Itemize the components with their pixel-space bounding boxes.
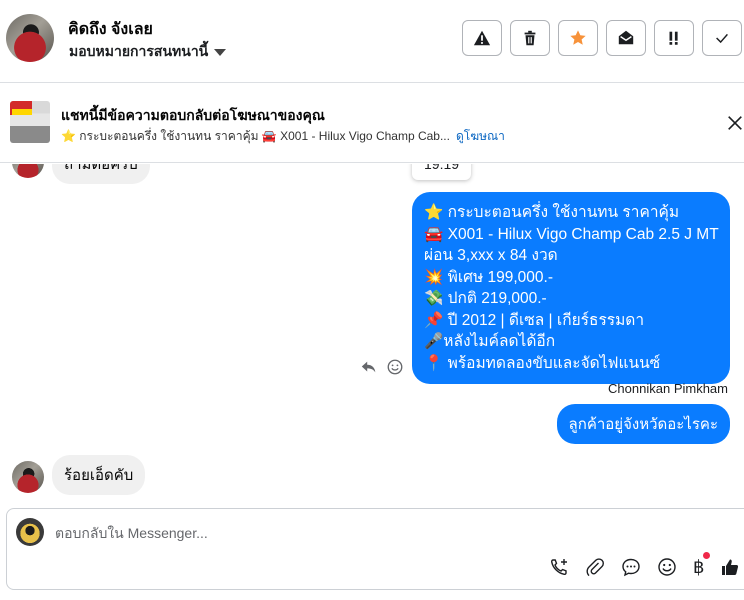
- ad-banner-subtitle: ⭐ กระบะตอนครึ่ง ใช้งานทน ราคาคุ้ม 🚘 X001…: [61, 127, 505, 146]
- message-line: 📍 พร้อมทดลองขับและจัดไฟแนนซ์: [424, 354, 661, 372]
- envelope-open-icon: [618, 30, 634, 45]
- message-actions: [360, 358, 404, 376]
- message-line: 🚘 X001 - Hilux Vigo Champ Cab 2.5 J MT: [424, 225, 719, 243]
- check-icon: [716, 33, 728, 44]
- exclamation-icon: [669, 31, 678, 45]
- ad-banner-subtitle-text: ⭐ กระบะตอนครึ่ง ใช้งานทน ราคาคุ้ม 🚘 X001…: [61, 129, 450, 143]
- incoming-message[interactable]: ร้อยเอ็ดคับ: [52, 455, 146, 495]
- contact-avatar-small: [12, 461, 44, 493]
- smiley-icon[interactable]: [386, 358, 404, 376]
- ad-reply-banner: แชทนี้มีข้อความตอบกลับต่อโฆษณาของคุณ ⭐ ก…: [0, 84, 744, 163]
- payment-button[interactable]: ฿: [693, 552, 711, 577]
- contact-avatar-small: [12, 164, 44, 178]
- emoji-icon[interactable]: [657, 557, 677, 577]
- message-line: 💥 พิเศษ 199,000.-: [424, 268, 553, 286]
- outgoing-message[interactable]: ลูกค้าอยู่จังหวัดอะไรคะ: [556, 404, 730, 444]
- assign-label: มอบหมายการสนทนานี้: [69, 43, 209, 59]
- warning-icon: [473, 30, 491, 46]
- contact-name[interactable]: คิดถึง จังเลย: [68, 17, 153, 42]
- assign-conversation-dropdown[interactable]: มอบหมายการสนทนานี้: [69, 41, 227, 63]
- star-button[interactable]: [558, 20, 598, 56]
- report-button[interactable]: [462, 20, 502, 56]
- ad-thumbnail[interactable]: [10, 101, 50, 143]
- composer-tools: ฿: [549, 552, 740, 577]
- conversation-header: คิดถึง จังเลย มอบหมายการสนทนานี้: [0, 0, 744, 83]
- attachment-icon[interactable]: [585, 557, 605, 577]
- done-button[interactable]: [702, 20, 742, 56]
- star-icon: [570, 30, 586, 45]
- page-avatar: [16, 518, 44, 546]
- message-input[interactable]: [55, 525, 555, 541]
- reply-icon[interactable]: [360, 358, 378, 376]
- baht-icon: ฿: [693, 557, 705, 577]
- message-line: 📌 ปี 2012 | ดีเซล | เกียร์ธรรมดา: [424, 311, 645, 329]
- trash-icon: [524, 30, 536, 46]
- message-line: ผ่อน 3,xxx x 84 งวด: [424, 247, 558, 264]
- saved-reply-icon[interactable]: [621, 557, 641, 577]
- message-thread[interactable]: ถามต่อครับ 19:19 ⭐ กระบะตอนครึ่ง ใช้งานท…: [0, 164, 744, 506]
- header-actions: [462, 20, 742, 56]
- message-line: 💸 ปกติ 219,000.-: [424, 290, 547, 307]
- notification-dot: [703, 552, 711, 559]
- contact-avatar[interactable]: [6, 14, 54, 62]
- chevron-down-icon: [214, 48, 227, 56]
- message-line: ⭐ กระบะตอนครึ่ง ใช้งานทน ราคาคุ้ม: [424, 204, 680, 221]
- thumbs-up-icon[interactable]: [720, 557, 740, 577]
- message-line: 🎤หลังไมค์ลดได้อีก: [424, 333, 556, 350]
- message-composer: ฿: [6, 508, 744, 590]
- ad-banner-title: แชทนี้มีข้อความตอบกลับต่อโฆษณาของคุณ: [61, 107, 325, 123]
- delete-button[interactable]: [510, 20, 550, 56]
- add-call-icon[interactable]: [549, 557, 569, 577]
- important-button[interactable]: [654, 20, 694, 56]
- sender-name: Chonnikan Pimkham: [608, 381, 728, 396]
- close-icon[interactable]: [726, 114, 744, 132]
- timestamp-tooltip: 19:19: [412, 164, 472, 180]
- view-ad-link[interactable]: ดูโฆษณา: [456, 129, 505, 143]
- incoming-message-partial[interactable]: ถามต่อครับ: [52, 164, 150, 184]
- outgoing-message-ad[interactable]: ⭐ กระบะตอนครึ่ง ใช้งานทน ราคาคุ้ม 🚘 X001…: [412, 192, 730, 384]
- mark-unread-button[interactable]: [606, 20, 646, 56]
